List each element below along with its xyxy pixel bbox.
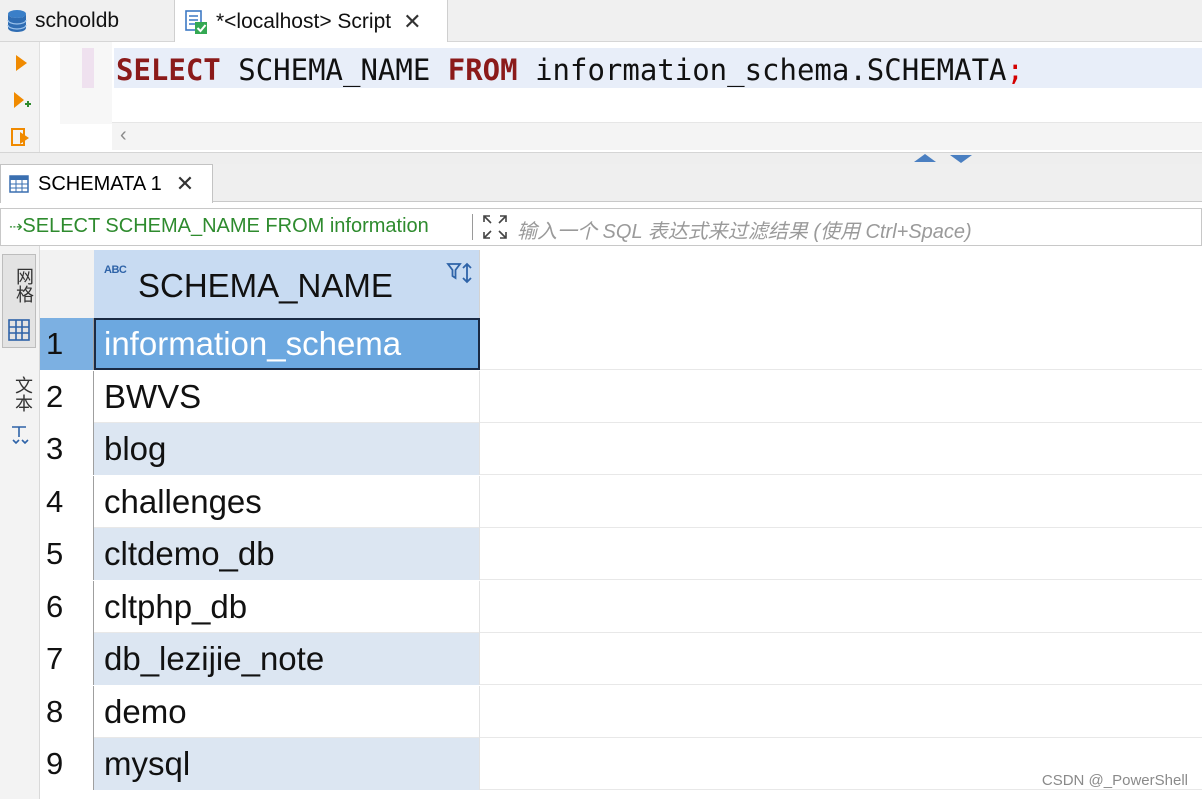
- table-row[interactable]: 9 mysql: [40, 738, 1202, 790]
- grid-view-button[interactable]: 网格: [2, 254, 36, 348]
- results-grid[interactable]: ABC SCHEMA_NAME 1 information_schema 2 B…: [40, 250, 1202, 799]
- row-number: 4: [40, 476, 94, 528]
- query-summary[interactable]: ⇢SELECT SCHEMA_NAME FROM information: [9, 215, 469, 238]
- results-tab-label: SCHEMATA 1: [38, 172, 162, 195]
- execute-in-new-tab-icon[interactable]: [10, 90, 32, 112]
- tab-label: *<localhost> Script: [216, 9, 392, 33]
- table-row[interactable]: 5 cltdemo_db: [40, 528, 1202, 580]
- tab-label: schooldb: [35, 9, 120, 32]
- table-row[interactable]: 1 information_schema: [40, 318, 1202, 370]
- column-header-label: SCHEMA_NAME: [138, 267, 393, 304]
- execute-statement-icon[interactable]: [10, 52, 32, 74]
- table-row[interactable]: 2 BWVS: [40, 371, 1202, 423]
- results-tab-bar: SCHEMATA 1 ✕: [0, 164, 1202, 203]
- panel-splitter[interactable]: [0, 152, 1202, 164]
- row-number: 6: [40, 581, 94, 633]
- table-cell[interactable]: mysql: [94, 738, 480, 790]
- restore-editor-icon[interactable]: [950, 155, 972, 163]
- tab-script[interactable]: *<localhost> Script ✕: [174, 0, 448, 43]
- table-cell[interactable]: demo: [94, 686, 480, 738]
- table-cell[interactable]: cltdemo_db: [94, 528, 480, 580]
- table-cell[interactable]: challenges: [94, 476, 480, 528]
- row-number-header: [40, 250, 94, 318]
- table-row[interactable]: 6 cltphp_db: [40, 581, 1202, 633]
- grid-view-label: 网格: [13, 267, 34, 303]
- scroll-left-icon[interactable]: ‹: [120, 124, 127, 147]
- divider: [472, 214, 473, 240]
- table-identifier: information_schema.SCHEMATA: [535, 53, 1007, 87]
- text-view-button[interactable]: 文本: [9, 376, 35, 412]
- database-icon: [6, 9, 28, 33]
- table-cell[interactable]: BWVS: [94, 371, 480, 423]
- row-number: 9: [40, 738, 94, 790]
- table-row[interactable]: 3 blog: [40, 423, 1202, 475]
- maximize-results-icon[interactable]: [914, 154, 936, 162]
- keyword-select: SELECT: [116, 53, 221, 87]
- tab-schooldb[interactable]: schooldb: [0, 0, 172, 42]
- close-icon[interactable]: ✕: [176, 173, 194, 195]
- table-cell[interactable]: information_schema: [94, 318, 480, 370]
- tab-schemata-1[interactable]: SCHEMATA 1 ✕: [0, 164, 213, 203]
- table-row[interactable]: 8 demo: [40, 686, 1202, 738]
- editor-toolbar: [0, 42, 40, 154]
- table-cell[interactable]: blog: [94, 423, 480, 475]
- sql-script-icon: [183, 9, 209, 35]
- grid-icon: [8, 319, 30, 346]
- row-number: 1: [40, 318, 94, 370]
- row-number: 3: [40, 423, 94, 475]
- row-number: 7: [40, 633, 94, 685]
- execute-script-icon[interactable]: [10, 126, 32, 148]
- watermark: CSDN @_PowerShell: [1041, 772, 1188, 789]
- query-link-icon: ⇢: [9, 219, 23, 236]
- row-number: 8: [40, 686, 94, 738]
- keyword-from: FROM: [447, 53, 518, 87]
- query-summary-text: SELECT SCHEMA_NAME FROM information: [22, 215, 429, 237]
- row-number: 2: [40, 371, 94, 423]
- horizontal-scrollbar[interactable]: ‹: [112, 122, 1202, 150]
- expand-filter-icon[interactable]: [481, 213, 509, 241]
- current-line-marker: [82, 48, 94, 88]
- table-row[interactable]: 4 challenges: [40, 476, 1202, 528]
- table-row[interactable]: 7 db_lezijie_note: [40, 633, 1202, 685]
- filter-sort-icon[interactable]: [446, 260, 476, 290]
- table-cell[interactable]: db_lezijie_note: [94, 633, 480, 685]
- column-header-schema-name[interactable]: ABC SCHEMA_NAME: [94, 250, 480, 318]
- string-type-icon: ABC: [104, 264, 127, 276]
- row-number: 5: [40, 528, 94, 580]
- close-icon[interactable]: ✕: [403, 10, 421, 33]
- editor-tab-bar: schooldb *<localhost> Script ✕: [0, 0, 1202, 43]
- filter-input[interactable]: 输入一个 SQL 表达式来过滤结果 (使用 Ctrl+Space): [517, 215, 972, 244]
- text-view-icon[interactable]: [9, 424, 29, 451]
- sql-editor[interactable]: SELECT SCHEMA_NAME FROM information_sche…: [0, 42, 1202, 154]
- filter-bar: ⇢SELECT SCHEMA_NAME FROM information 输入一…: [0, 208, 1202, 246]
- column-identifier: SCHEMA_NAME: [238, 53, 431, 87]
- result-view-switcher: 网格 文本: [0, 246, 40, 799]
- statement-terminator: ;: [1006, 53, 1024, 87]
- table-cell[interactable]: cltphp_db: [94, 581, 480, 633]
- sql-statement[interactable]: SELECT SCHEMA_NAME FROM information_sche…: [116, 52, 1024, 88]
- table-icon: [9, 174, 29, 194]
